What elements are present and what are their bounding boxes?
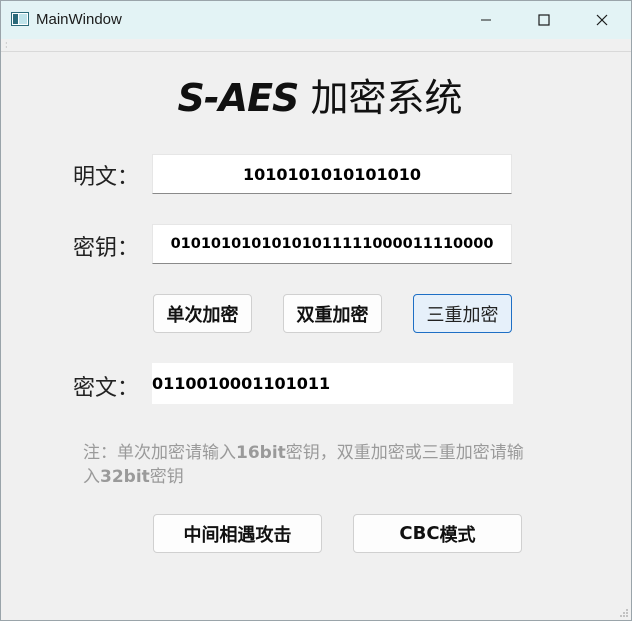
main-window: MainWindow · · S-AES 加密系统 明文： 10101010101… — [0, 0, 632, 621]
ciphertext-label: 密文： — [73, 376, 140, 401]
note-32bit: 32bit — [100, 467, 150, 487]
window-app-icon — [11, 12, 29, 26]
ciphertext-output[interactable]: 0110010001101011 — [152, 363, 513, 404]
double-encrypt-button[interactable]: 双重加密 — [283, 294, 382, 333]
maximize-button[interactable] — [515, 1, 573, 39]
note-part1: 注：单次加密请输入 — [83, 443, 236, 463]
close-button[interactable] — [573, 1, 631, 39]
plaintext-value: 1010101010101010 — [242, 164, 422, 184]
triple-encrypt-button[interactable]: 三重加密 — [413, 294, 512, 333]
plaintext-input[interactable]: 1010101010101010 — [152, 154, 512, 194]
toolbar-grip-icon[interactable]: · · — [5, 40, 8, 52]
title-bar[interactable]: MainWindow — [1, 1, 631, 39]
page-title: S-AES 加密系统 — [1, 67, 631, 122]
key-value: 01010101010101011111000011110000 — [170, 236, 494, 252]
usage-note: 注：单次加密请输入16bit密钥，双重加密或三重加密请输入32bit密钥 — [83, 441, 533, 489]
key-input[interactable]: 01010101010101011111000011110000 — [152, 224, 512, 264]
resize-grip-icon[interactable] — [619, 608, 629, 618]
single-encrypt-button[interactable]: 单次加密 — [153, 294, 252, 333]
close-icon — [596, 14, 608, 26]
window-title: MainWindow — [36, 11, 122, 28]
minimize-button[interactable] — [457, 1, 515, 39]
cbc-mode-suffix: 模式 — [439, 524, 476, 546]
plaintext-label: 明文： — [73, 165, 140, 190]
note-part3: 密钥 — [149, 467, 184, 487]
toolbar-strip — [1, 39, 631, 52]
key-label: 密钥： — [73, 236, 140, 261]
minimize-icon — [481, 19, 491, 21]
page-title-brand: S-AES — [177, 76, 300, 120]
meet-in-middle-attack-button[interactable]: 中间相遇攻击 — [153, 514, 322, 553]
note-16bit: 16bit — [236, 443, 286, 463]
cbc-mode-button[interactable]: CBC 模式 — [353, 514, 522, 553]
ciphertext-value: 0110010001101011 — [152, 374, 331, 393]
maximize-icon — [538, 14, 550, 26]
cbc-mode-prefix: CBC — [399, 523, 440, 544]
page-title-rest: 加密系统 — [298, 76, 463, 120]
